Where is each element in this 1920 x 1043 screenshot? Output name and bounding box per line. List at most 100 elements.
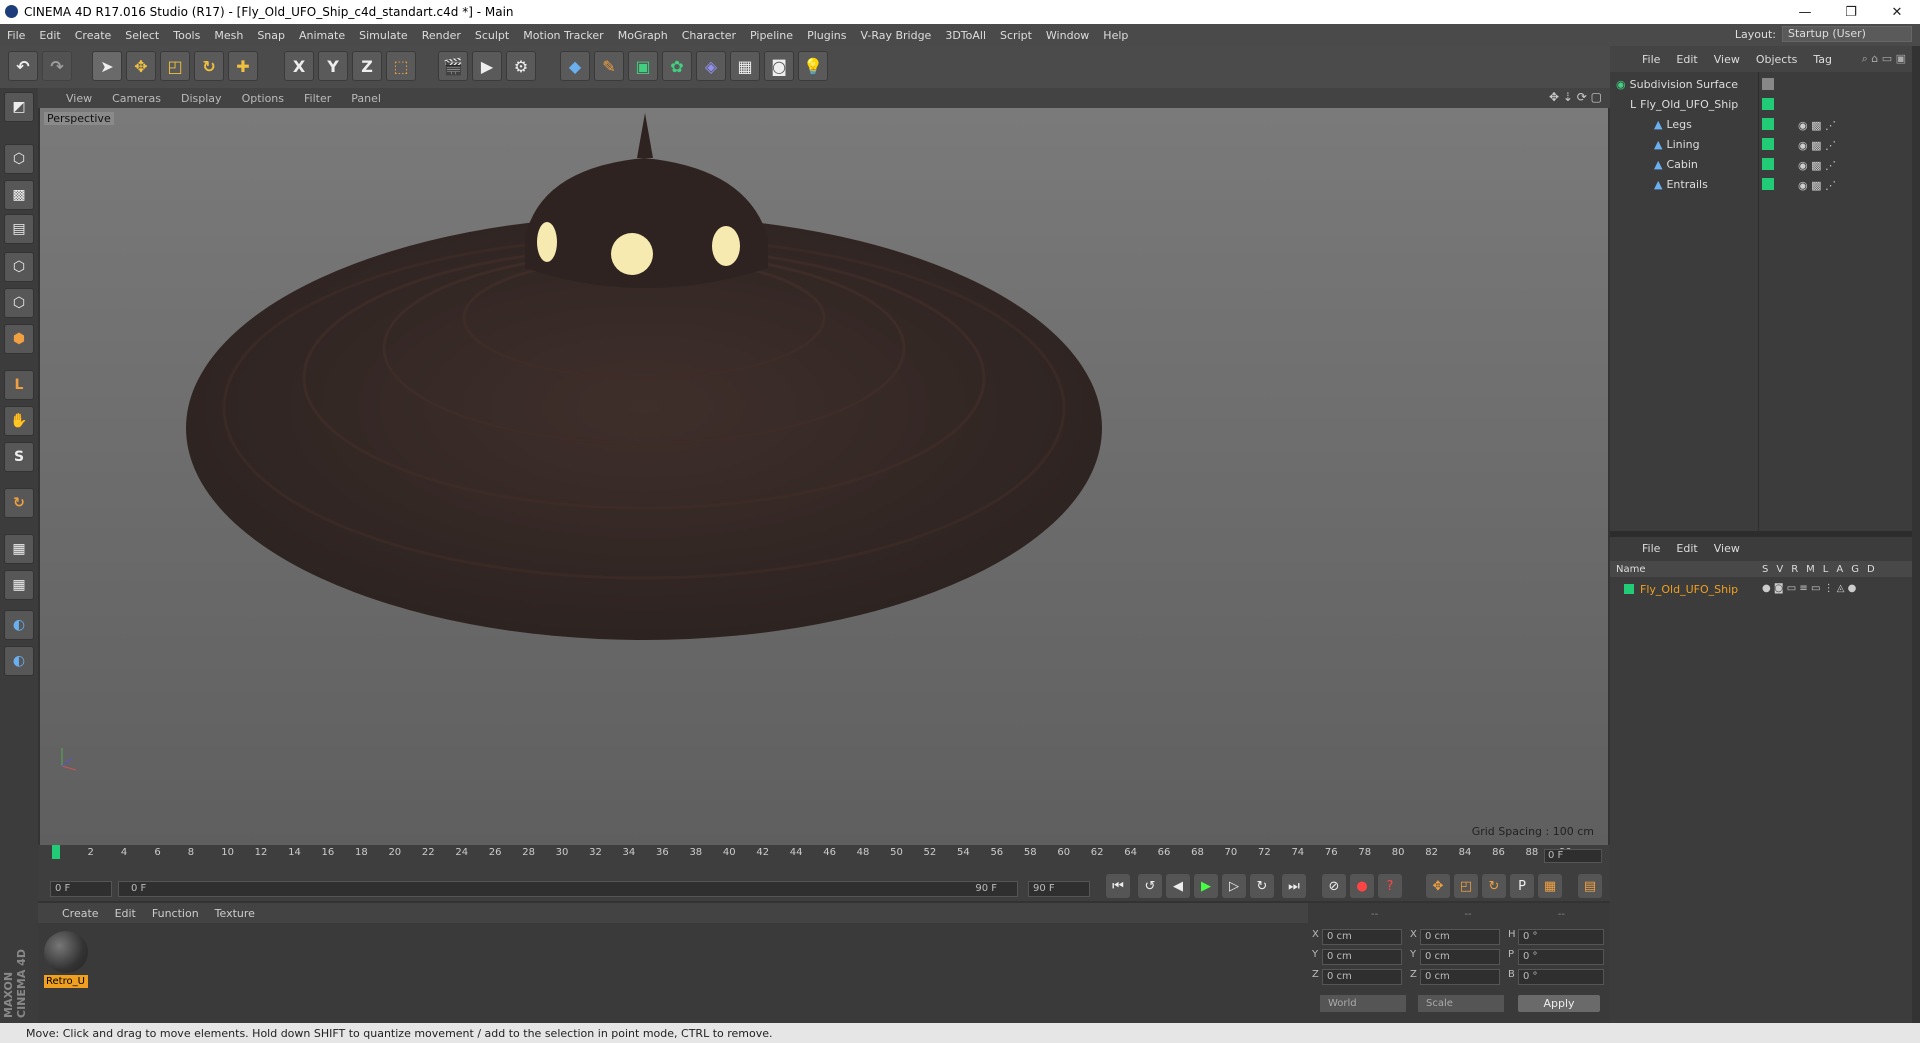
viewport-nav-icons[interactable]: ✥ ⇣ ⟳ ▢ [1549,90,1602,104]
viewport-menu-view[interactable]: View [56,92,102,105]
menu-mograph[interactable]: MoGraph [611,29,675,42]
timeline-window-icon[interactable]: ▤ [1578,874,1602,898]
menu-render[interactable]: Render [415,29,468,42]
material-menu-function[interactable]: Function [144,907,207,920]
maximize-button[interactable]: ❐ [1828,0,1874,24]
size-z-field[interactable]: 0 cm [1420,969,1500,985]
size-x-field[interactable]: 0 cm [1420,929,1500,945]
coordinate-mode-select[interactable]: World [1320,995,1406,1012]
polygons-mode-icon[interactable]: ⬢ [4,324,34,354]
render-picture-viewer-icon[interactable]: ▶ [472,51,502,81]
perspective-viewport[interactable]: Perspective Grid Spacing : 100 cm [40,108,1608,845]
menu-help[interactable]: Help [1096,29,1135,42]
playhead[interactable] [52,845,60,859]
snap-icon[interactable]: S [4,442,34,472]
previous-key-icon[interactable]: ↺ [1138,874,1162,898]
position-y-field[interactable]: 0 cm [1322,949,1402,965]
layers-menu-edit[interactable]: Edit [1668,542,1705,555]
objects-menu-file[interactable]: File [1634,53,1668,66]
key-scale-icon[interactable]: ◰ [1454,874,1478,898]
object-row[interactable]: ▲ Lining [1654,135,1700,153]
layer-row[interactable]: Fly_Old_UFO_Ship [1624,580,1738,598]
coordinate-system-icon[interactable]: ⬚ [386,51,416,81]
menu-vray-bridge[interactable]: V-Ray Bridge [853,29,938,42]
layer-color-icon[interactable] [1762,138,1774,150]
menu-create[interactable]: Create [68,29,119,42]
object-row[interactable]: L Fly_Old_UFO_Ship [1630,95,1738,113]
menu-file[interactable]: File [0,29,32,42]
x-axis-icon[interactable]: X [284,51,314,81]
viewport-menu-panel[interactable]: Panel [341,92,391,105]
deformer-icon[interactable]: ◈ [696,51,726,81]
material-tag-icon[interactable]: ◉ ▩ ⋰ [1798,136,1836,156]
render-view-icon[interactable]: 🎬 [438,51,468,81]
objects-menu-tag[interactable]: Tag [1805,53,1840,66]
workplane-mode-icon[interactable]: ▤ [4,214,34,244]
go-to-start-icon[interactable]: ⏮ [1106,874,1130,898]
autokey-icon[interactable]: ? [1378,874,1402,898]
menu-window[interactable]: Window [1039,29,1096,42]
python-console-icon[interactable]: ◐ [4,646,34,676]
position-x-field[interactable]: 0 cm [1322,929,1402,945]
minimize-button[interactable]: — [1782,0,1828,24]
menu-tools[interactable]: Tools [166,29,207,42]
play-icon[interactable]: ▶ [1194,874,1218,898]
select-tool-icon[interactable]: ➤ [92,51,122,81]
close-button[interactable]: ✕ [1874,0,1920,24]
end-frame-field[interactable]: 90 F [1028,881,1090,897]
material-tag-icon[interactable]: ◉ ▩ ⋰ [1798,156,1836,176]
current-frame-field[interactable]: 0 F [1544,849,1602,863]
menu-sculpt[interactable]: Sculpt [468,29,516,42]
key-move-icon[interactable]: ✥ [1426,874,1450,898]
object-row[interactable]: ▲ Legs [1654,115,1692,133]
material-tag-icon[interactable]: ◉ ▩ ⋰ [1798,176,1836,196]
viewport-menu-cameras[interactable]: Cameras [102,92,171,105]
material-thumbnail[interactable]: Retro_U [44,931,88,989]
object-row[interactable]: ▲ Entrails [1654,175,1708,193]
layer-color-icon[interactable] [1762,178,1774,190]
python-script-icon[interactable]: ◐ [4,610,34,640]
menu-script[interactable]: Script [993,29,1039,42]
layer-color-icon[interactable] [1762,98,1774,110]
previous-frame-icon[interactable]: ◀ [1166,874,1190,898]
scale-tool-icon[interactable]: ◰ [160,51,190,81]
next-frame-icon[interactable]: ▷ [1222,874,1246,898]
y-axis-icon[interactable]: Y [318,51,348,81]
move-tool-icon[interactable]: ✥ [126,51,156,81]
live-selection-icon[interactable]: ✚ [228,51,258,81]
objects-menu-edit[interactable]: Edit [1668,53,1705,66]
material-tags[interactable]: ◉ ▩ ⋰ ◉ ▩ ⋰ ◉ ▩ ⋰ ◉ ▩ ⋰ [1798,116,1836,196]
cube-object-icon[interactable]: ◆ [560,51,590,81]
model-mode-icon[interactable]: ⬡ [4,144,34,174]
edges-mode-icon[interactable]: ⬡ [4,288,34,318]
menu-snap[interactable]: Snap [250,29,292,42]
menu-3dtoall[interactable]: 3DToAll [938,29,993,42]
layer-color-icon[interactable] [1762,118,1774,130]
menu-pipeline[interactable]: Pipeline [743,29,800,42]
start-frame-field[interactable]: 0 F [50,881,112,897]
viewport-menu-filter[interactable]: Filter [294,92,341,105]
material-menu-texture[interactable]: Texture [207,907,263,920]
menu-mesh[interactable]: Mesh [207,29,250,42]
axis-mode-icon[interactable]: L [4,370,34,400]
key-pla-icon[interactable]: ▦ [1538,874,1562,898]
floor-icon[interactable]: ▦ [730,51,760,81]
redo-icon[interactable]: ↷ [42,51,72,81]
tweak-mode-icon[interactable]: ✋ [4,406,34,436]
objects-search-icon[interactable]: ⌕ ⌂ ▭ ▣ [1862,52,1906,66]
layer-flags[interactable]: ● ◙ ▭ ≡ ▭ ⋮ ◬ ● [1762,583,1856,594]
menu-plugins[interactable]: Plugins [800,29,853,42]
layer-icon[interactable] [1762,78,1774,90]
menu-motion-tracker[interactable]: Motion Tracker [516,29,610,42]
camera-icon[interactable]: ◙ [764,51,794,81]
points-mode-icon[interactable]: ⬡ [4,252,34,282]
magnet-icon[interactable]: ↻ [4,488,34,518]
timeline-ruler[interactable]: 0246810121416182022242628303234363840424… [38,845,1610,867]
size-mode-select[interactable]: Scale [1418,995,1504,1012]
right-panel-tabs[interactable] [1912,46,1920,1023]
object-row[interactable]: ▲ Cabin [1654,155,1698,173]
frame-range-slider[interactable]: 0 F 90 F [118,881,1018,897]
layer-color-icon[interactable] [1762,158,1774,170]
next-key-icon[interactable]: ↻ [1250,874,1274,898]
z-axis-icon[interactable]: Z [352,51,382,81]
